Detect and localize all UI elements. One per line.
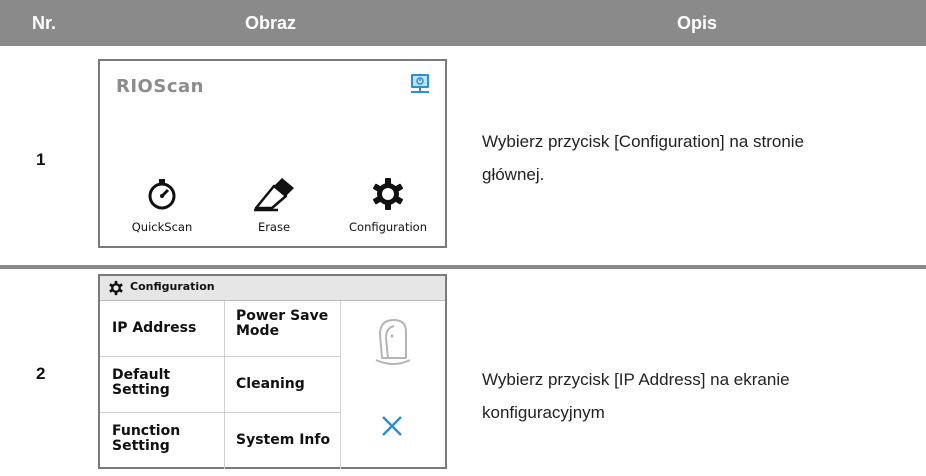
button-label: Default (112, 367, 171, 383)
row-number: 1 (36, 150, 46, 169)
row-description: Wybierz przycisk [IP Address] na ekranie… (482, 363, 790, 429)
button-label: Function (112, 423, 181, 439)
description-line: konfiguracyjnym (482, 403, 605, 422)
header-description: Opis (677, 13, 718, 33)
gear-icon (373, 178, 403, 210)
row-number: 2 (36, 364, 46, 383)
row-divider (0, 265, 926, 269)
header-nr: Nr. (32, 13, 57, 33)
default-setting-button[interactable]: Default Setting (112, 368, 170, 398)
button-label: Setting (112, 438, 170, 454)
close-icon[interactable] (380, 414, 404, 438)
configuration-title: Configuration (130, 280, 215, 293)
description-line: Wybierz przycisk [Configuration] na stro… (482, 132, 805, 151)
cleaning-button[interactable]: Cleaning (236, 377, 305, 392)
configuration-label: Configuration (349, 220, 427, 234)
grid-divider (100, 412, 340, 413)
function-setting-button[interactable]: Function Setting (112, 424, 180, 454)
network-icon (411, 74, 429, 93)
stopwatch-icon (148, 179, 176, 210)
eraser-icon (254, 178, 294, 212)
button-label: Mode (236, 323, 280, 339)
description-line: Wybierz przycisk [IP Address] na ekranie (482, 370, 790, 389)
grid-divider (340, 301, 341, 469)
configuration-button[interactable]: Configuration (338, 176, 438, 234)
ip-address-button[interactable]: IP Address (112, 321, 196, 336)
button-label: Setting (112, 382, 170, 398)
power-save-mode-button[interactable]: Power Save Mode (236, 309, 328, 339)
system-info-button[interactable]: System Info (236, 433, 330, 448)
grid-divider (224, 301, 225, 469)
erase-label: Erase (257, 220, 291, 234)
quickscan-label: QuickScan (131, 220, 193, 234)
scanner-device-icon (375, 319, 411, 365)
erase-button[interactable]: Erase (224, 176, 324, 234)
row-description: Wybierz przycisk [Configuration] na stro… (482, 125, 804, 191)
table-header: Nr. Obraz Opis (0, 0, 926, 46)
button-label: Power Save (236, 308, 329, 324)
app-logo: RIOScan (116, 76, 204, 97)
gear-icon (109, 280, 123, 296)
description-line: głównej. (482, 165, 545, 184)
quickscan-button[interactable]: QuickScan (112, 176, 212, 234)
grid-divider (100, 356, 340, 357)
home-screen-image: RIOScan QuickScan Erase Configuration (98, 59, 447, 248)
configuration-title-bar: Configuration (100, 276, 445, 301)
configuration-screen-image: Configuration IP Address Power Save Mode… (98, 274, 447, 469)
header-image: Obraz (245, 13, 297, 33)
